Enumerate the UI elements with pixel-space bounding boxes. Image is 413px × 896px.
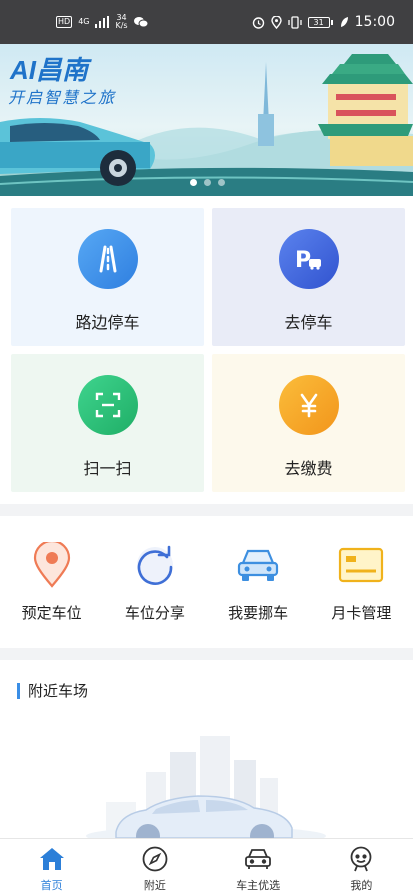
status-left: HD 4G 34 K/s [56, 14, 148, 30]
leaf-icon [340, 17, 348, 27]
home-icon [38, 845, 66, 873]
vibrate-icon [287, 15, 302, 29]
bottom-tab-bar: 首页 附近 车主优选 我的 [0, 838, 413, 896]
car-front-icon [244, 845, 272, 873]
card-label: 路边停车 [75, 313, 140, 332]
banner-dot [190, 179, 197, 186]
go-parking-card[interactable]: P 去停车 [212, 208, 405, 346]
svg-text:P: P [295, 248, 311, 273]
tab-nearby[interactable]: 附近 [103, 839, 206, 896]
reserve-spot-button[interactable]: 预定车位 [0, 516, 103, 648]
nearby-section: 附近车场 [0, 660, 413, 838]
quick-label: 我要挪车 [228, 604, 289, 622]
roadside-parking-card[interactable]: 路边停车 [11, 208, 204, 346]
quick-label: 月卡管理 [331, 604, 392, 622]
tab-label: 我的 [350, 879, 373, 892]
quick-label: 预定车位 [21, 604, 82, 622]
quick-label: 车位分享 [124, 604, 185, 622]
monthly-card-button[interactable]: 月卡管理 [310, 516, 413, 648]
compass-icon [141, 845, 169, 873]
banner-slogan: 开启智慧之旅 [8, 88, 117, 107]
promo-banner[interactable]: AI昌南 开启智慧之旅 [0, 44, 413, 196]
location-pin-icon [29, 542, 75, 588]
scan-icon [77, 375, 138, 435]
tab-home[interactable]: 首页 [0, 839, 103, 896]
card-label: 扫一扫 [83, 459, 132, 478]
road-icon [77, 229, 138, 289]
tab-car-owner-deals[interactable]: 车主优选 [207, 839, 310, 896]
section-header: 附近车场 [17, 680, 88, 701]
yen-icon [278, 375, 339, 435]
quick-actions: 预定车位 车位分享 我要挪车 月卡管理 [0, 516, 413, 648]
parking-icon: P [278, 229, 339, 289]
tab-mine[interactable]: 我的 [310, 839, 413, 896]
status-bar: HD 4G 34 K/s 31 15:00 [0, 0, 413, 44]
status-time: 15:00 [354, 14, 395, 30]
share-spot-button[interactable]: 车位分享 [103, 516, 206, 648]
status-right: 31 15:00 [252, 14, 395, 30]
car-icon [235, 542, 281, 588]
network-speed: 34 K/s [115, 13, 128, 30]
wechat-icon [133, 17, 148, 28]
banner-dot [204, 179, 211, 186]
section-accent-bar [17, 682, 20, 699]
main-grid: 路边停车 P 去停车 扫一扫 去缴费 [0, 196, 413, 504]
alarm-icon [252, 16, 264, 29]
move-car-button[interactable]: 我要挪车 [207, 516, 310, 648]
banner-brand: AI昌南 [10, 55, 89, 85]
card-label: 去缴费 [284, 459, 333, 478]
empty-car-illustration [86, 736, 326, 838]
share-icon [132, 542, 178, 588]
scan-card[interactable]: 扫一扫 [11, 354, 204, 492]
tab-label: 首页 [40, 879, 63, 892]
battery-icon: 31 [307, 16, 333, 28]
section-title: 附近车场 [28, 682, 89, 700]
pay-card[interactable]: 去缴费 [212, 354, 405, 492]
tab-label: 车主优选 [236, 879, 281, 892]
network-icon: 4G [78, 17, 90, 26]
hd-badge: HD [56, 16, 73, 28]
signal-icon [95, 16, 110, 28]
card-icon [338, 542, 384, 588]
banner-dot [218, 179, 225, 186]
user-icon [347, 845, 375, 873]
tab-label: 附近 [143, 879, 166, 892]
location-icon [270, 15, 282, 29]
banner-indicator [190, 179, 225, 186]
card-label: 去停车 [284, 313, 333, 332]
